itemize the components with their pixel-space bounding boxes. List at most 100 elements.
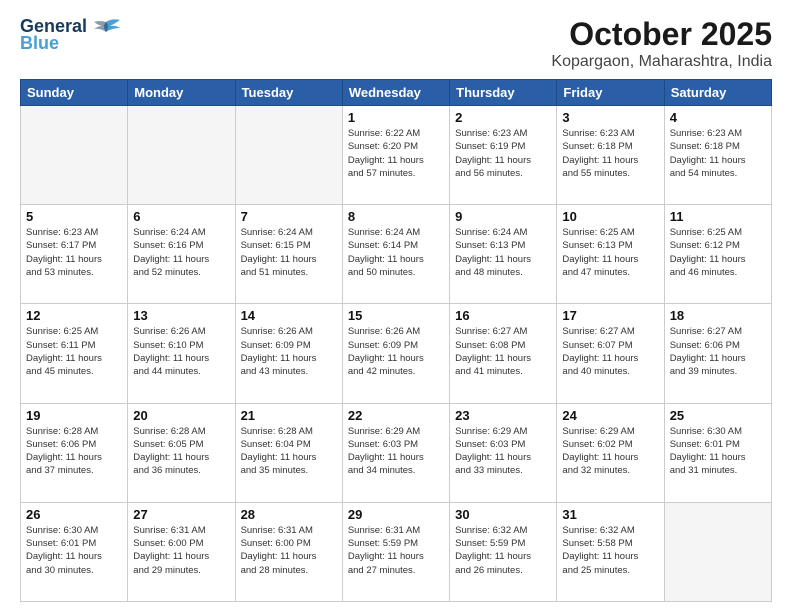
day-info: Sunrise: 6:30 AM Sunset: 6:01 PM Dayligh… [26, 524, 122, 577]
calendar-cell: 16 Sunrise: 6:27 AM Sunset: 6:08 PM Dayli… [450, 304, 557, 403]
week-row-4: 26 Sunrise: 6:30 AM Sunset: 6:01 PM Dayli… [21, 502, 772, 601]
weekday-header-tuesday: Tuesday [235, 80, 342, 106]
day-number: 7 [241, 209, 337, 224]
calendar-cell: 6 Sunrise: 6:24 AM Sunset: 6:16 PM Daylig… [128, 205, 235, 304]
day-number: 14 [241, 308, 337, 323]
day-info: Sunrise: 6:23 AM Sunset: 6:18 PM Dayligh… [670, 127, 766, 180]
day-number: 6 [133, 209, 229, 224]
calendar-cell: 4Sunrise: 6:23 AM Sunset: 6:18 PM Daylig… [664, 106, 771, 205]
logo-blue: Blue [20, 33, 59, 54]
week-row-2: 12 Sunrise: 6:25 AM Sunset: 6:11 PM Dayli… [21, 304, 772, 403]
weekday-header-sunday: Sunday [21, 80, 128, 106]
day-number: 12 [26, 308, 122, 323]
calendar-subtitle: Kopargaon, Maharashtra, India [551, 53, 772, 71]
calendar-cell: 31Sunrise: 6:32 AM Sunset: 5:58 PM Dayli… [557, 502, 664, 601]
day-info: Sunrise: 6:24 AM Sunset: 6:13 PM Dayligh… [455, 226, 551, 279]
calendar-cell: 28Sunrise: 6:31 AM Sunset: 6:00 PM Dayli… [235, 502, 342, 601]
calendar-cell: 12 Sunrise: 6:25 AM Sunset: 6:11 PM Dayli… [21, 304, 128, 403]
calendar-cell: 19 Sunrise: 6:28 AM Sunset: 6:06 PM Dayli… [21, 403, 128, 502]
calendar-cell: 22Sunrise: 6:29 AM Sunset: 6:03 PM Dayli… [342, 403, 449, 502]
calendar-cell: 27 Sunrise: 6:31 AM Sunset: 6:00 PM Dayli… [128, 502, 235, 601]
day-number: 2 [455, 110, 551, 125]
day-info: Sunrise: 6:26 AM Sunset: 6:09 PM Dayligh… [348, 325, 444, 378]
day-info: Sunrise: 6:25 AM Sunset: 6:11 PM Dayligh… [26, 325, 122, 378]
day-number: 27 [133, 507, 229, 522]
week-row-1: 5 Sunrise: 6:23 AM Sunset: 6:17 PM Daylig… [21, 205, 772, 304]
page: General Blue October 2025 Kopargaon, Mah… [0, 0, 792, 612]
day-number: 25 [670, 408, 766, 423]
week-row-3: 19 Sunrise: 6:28 AM Sunset: 6:06 PM Dayli… [21, 403, 772, 502]
day-info: Sunrise: 6:27 AM Sunset: 6:08 PM Dayligh… [455, 325, 551, 378]
day-info: Sunrise: 6:23 AM Sunset: 6:17 PM Dayligh… [26, 226, 122, 279]
day-info: Sunrise: 6:28 AM Sunset: 6:05 PM Dayligh… [133, 425, 229, 478]
weekday-header-wednesday: Wednesday [342, 80, 449, 106]
calendar-cell: 13Sunrise: 6:26 AM Sunset: 6:10 PM Dayli… [128, 304, 235, 403]
day-number: 22 [348, 408, 444, 423]
day-info: Sunrise: 6:31 AM Sunset: 5:59 PM Dayligh… [348, 524, 444, 577]
day-number: 5 [26, 209, 122, 224]
day-info: Sunrise: 6:26 AM Sunset: 6:10 PM Dayligh… [133, 325, 229, 378]
day-info: Sunrise: 6:32 AM Sunset: 5:59 PM Dayligh… [455, 524, 551, 577]
day-info: Sunrise: 6:25 AM Sunset: 6:13 PM Dayligh… [562, 226, 658, 279]
day-number: 9 [455, 209, 551, 224]
day-info: Sunrise: 6:27 AM Sunset: 6:07 PM Dayligh… [562, 325, 658, 378]
day-info: Sunrise: 6:24 AM Sunset: 6:15 PM Dayligh… [241, 226, 337, 279]
day-number: 18 [670, 308, 766, 323]
calendar-cell: 14 Sunrise: 6:26 AM Sunset: 6:09 PM Dayli… [235, 304, 342, 403]
day-info: Sunrise: 6:26 AM Sunset: 6:09 PM Dayligh… [241, 325, 337, 378]
calendar-cell: 23Sunrise: 6:29 AM Sunset: 6:03 PM Dayli… [450, 403, 557, 502]
day-number: 15 [348, 308, 444, 323]
day-info: Sunrise: 6:28 AM Sunset: 6:06 PM Dayligh… [26, 425, 122, 478]
day-info: Sunrise: 6:31 AM Sunset: 6:00 PM Dayligh… [241, 524, 337, 577]
day-info: Sunrise: 6:29 AM Sunset: 6:03 PM Dayligh… [455, 425, 551, 478]
day-number: 16 [455, 308, 551, 323]
day-number: 26 [26, 507, 122, 522]
day-info: Sunrise: 6:27 AM Sunset: 6:06 PM Dayligh… [670, 325, 766, 378]
calendar-table: SundayMondayTuesdayWednesdayThursdayFrid… [20, 79, 772, 602]
day-number: 29 [348, 507, 444, 522]
day-info: Sunrise: 6:24 AM Sunset: 6:14 PM Dayligh… [348, 226, 444, 279]
calendar-cell: 8Sunrise: 6:24 AM Sunset: 6:14 PM Daylig… [342, 205, 449, 304]
day-number: 1 [348, 110, 444, 125]
day-number: 10 [562, 209, 658, 224]
calendar-cell: 9 Sunrise: 6:24 AM Sunset: 6:13 PM Daylig… [450, 205, 557, 304]
day-info: Sunrise: 6:29 AM Sunset: 6:02 PM Dayligh… [562, 425, 658, 478]
calendar-title: October 2025 [551, 16, 772, 53]
calendar-cell: 26 Sunrise: 6:30 AM Sunset: 6:01 PM Dayli… [21, 502, 128, 601]
calendar-cell: 3 Sunrise: 6:23 AM Sunset: 6:18 PM Daylig… [557, 106, 664, 205]
weekday-header-friday: Friday [557, 80, 664, 106]
calendar-cell: 24 Sunrise: 6:29 AM Sunset: 6:02 PM Dayli… [557, 403, 664, 502]
day-info: Sunrise: 6:30 AM Sunset: 6:01 PM Dayligh… [670, 425, 766, 478]
weekday-header-saturday: Saturday [664, 80, 771, 106]
day-number: 21 [241, 408, 337, 423]
day-info: Sunrise: 6:25 AM Sunset: 6:12 PM Dayligh… [670, 226, 766, 279]
weekday-header-monday: Monday [128, 80, 235, 106]
day-info: Sunrise: 6:23 AM Sunset: 6:19 PM Dayligh… [455, 127, 551, 180]
calendar-cell: 2 Sunrise: 6:23 AM Sunset: 6:19 PM Daylig… [450, 106, 557, 205]
day-info: Sunrise: 6:22 AM Sunset: 6:20 PM Dayligh… [348, 127, 444, 180]
day-info: Sunrise: 6:28 AM Sunset: 6:04 PM Dayligh… [241, 425, 337, 478]
day-info: Sunrise: 6:23 AM Sunset: 6:18 PM Dayligh… [562, 127, 658, 180]
day-number: 31 [562, 507, 658, 522]
title-block: October 2025 Kopargaon, Maharashtra, Ind… [551, 16, 772, 71]
day-number: 24 [562, 408, 658, 423]
day-number: 17 [562, 308, 658, 323]
calendar-cell: 20 Sunrise: 6:28 AM Sunset: 6:05 PM Dayli… [128, 403, 235, 502]
day-info: Sunrise: 6:31 AM Sunset: 6:00 PM Dayligh… [133, 524, 229, 577]
calendar-cell: 25 Sunrise: 6:30 AM Sunset: 6:01 PM Dayli… [664, 403, 771, 502]
calendar-cell: 5 Sunrise: 6:23 AM Sunset: 6:17 PM Daylig… [21, 205, 128, 304]
day-number: 3 [562, 110, 658, 125]
day-number: 19 [26, 408, 122, 423]
day-number: 20 [133, 408, 229, 423]
calendar-cell [21, 106, 128, 205]
calendar-cell: 30 Sunrise: 6:32 AM Sunset: 5:59 PM Dayli… [450, 502, 557, 601]
calendar-cell: 1 Sunrise: 6:22 AM Sunset: 6:20 PM Daylig… [342, 106, 449, 205]
logo-bird-icon [92, 18, 120, 36]
weekday-header-thursday: Thursday [450, 80, 557, 106]
day-info: Sunrise: 6:24 AM Sunset: 6:16 PM Dayligh… [133, 226, 229, 279]
calendar-cell: 29 Sunrise: 6:31 AM Sunset: 5:59 PM Dayli… [342, 502, 449, 601]
calendar-cell: 15 Sunrise: 6:26 AM Sunset: 6:09 PM Dayli… [342, 304, 449, 403]
day-number: 30 [455, 507, 551, 522]
calendar-cell: 10 Sunrise: 6:25 AM Sunset: 6:13 PM Dayli… [557, 205, 664, 304]
calendar-cell: 18 Sunrise: 6:27 AM Sunset: 6:06 PM Dayli… [664, 304, 771, 403]
